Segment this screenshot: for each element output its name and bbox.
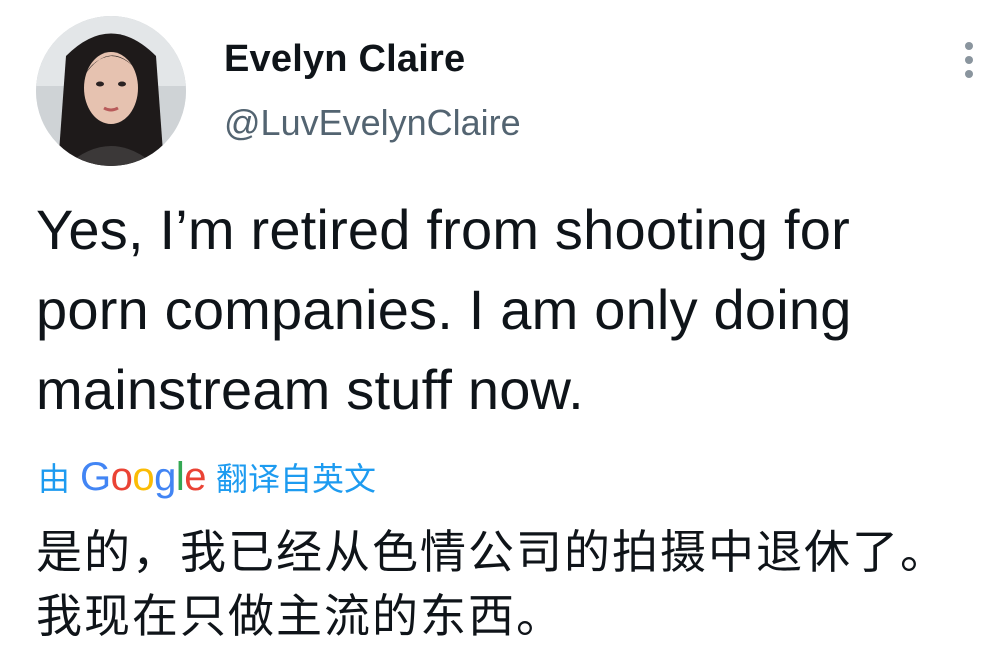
author-handle[interactable]: @LuvEvelynClaire bbox=[224, 102, 521, 144]
dot bbox=[965, 70, 973, 78]
tweet-text: Yes, I’m retired from shooting for porn … bbox=[36, 198, 852, 421]
translated-text: 是的，我已经从色情公司的拍摄中退休了。我现在只做主流的东西。 bbox=[36, 525, 948, 643]
dot bbox=[965, 56, 973, 64]
avatar-image bbox=[36, 16, 186, 166]
tweet: Evelyn Claire @LuvEvelynClaire Yes, I’m … bbox=[0, 0, 1000, 653]
google-logo-letter: o bbox=[132, 454, 155, 499]
google-logo-letter: o bbox=[110, 454, 133, 499]
avatar[interactable] bbox=[36, 16, 186, 166]
translation-attribution-link[interactable]: 由 Google 翻译自英文 bbox=[38, 452, 376, 502]
google-logo-letter: g bbox=[154, 454, 176, 499]
google-logo: Google bbox=[80, 454, 207, 500]
dot bbox=[965, 42, 973, 50]
translation-prefix: 由 bbox=[38, 461, 71, 497]
author-display-name[interactable]: Evelyn Claire bbox=[224, 38, 465, 81]
more-vertical-icon[interactable] bbox=[955, 38, 983, 82]
translation-suffix: 翻译自英文 bbox=[216, 461, 377, 497]
google-logo-letter: G bbox=[80, 454, 111, 499]
google-logo-letter: e bbox=[184, 454, 207, 499]
